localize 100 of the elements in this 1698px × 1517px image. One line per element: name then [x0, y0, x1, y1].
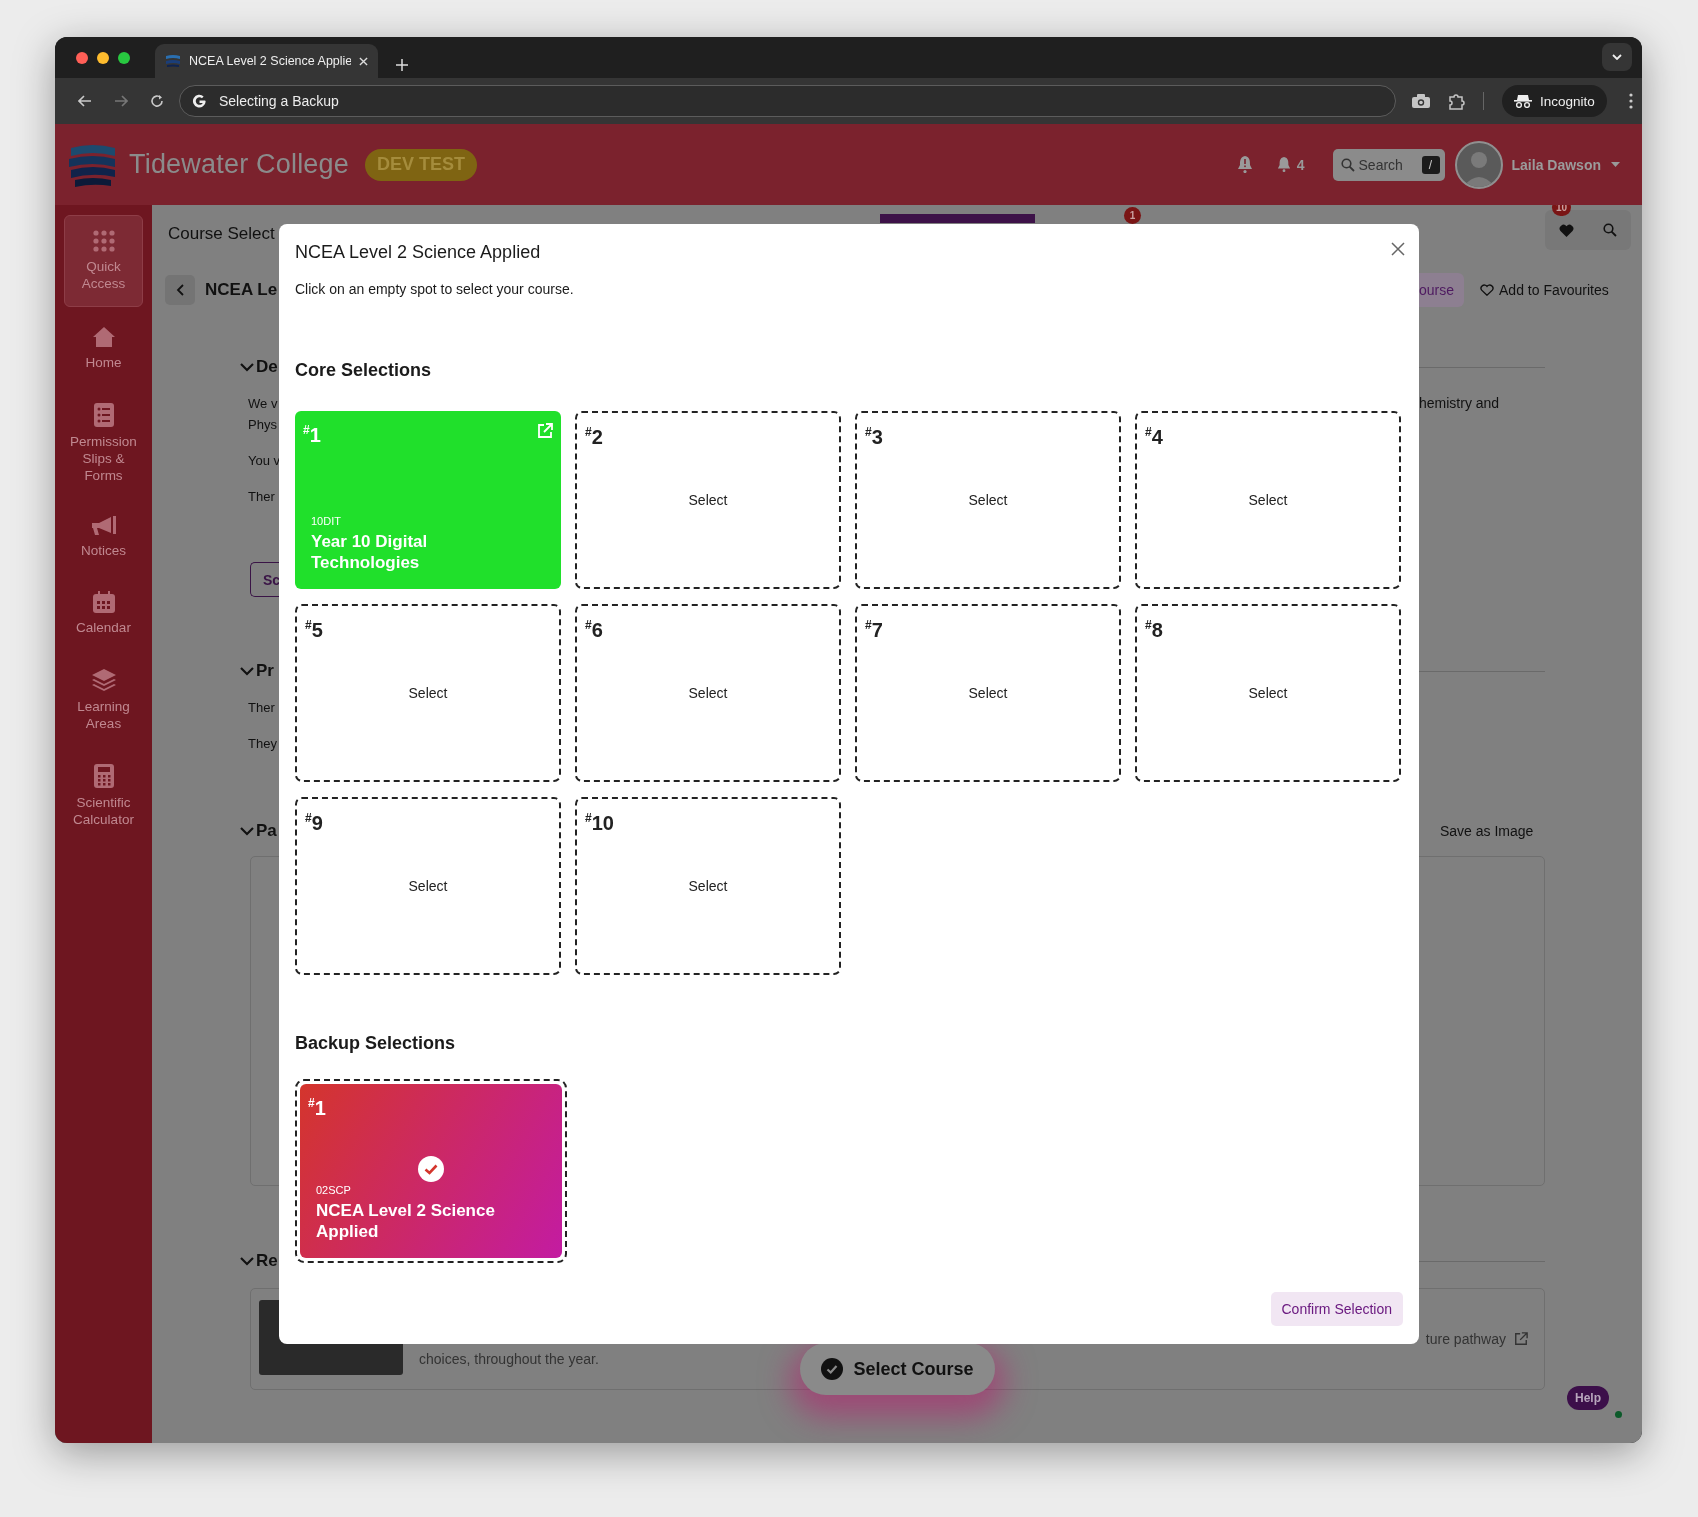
empty-slot[interactable]: $^{#}$3 Select [855, 411, 1121, 589]
slot-number: $^{#}$7 [865, 617, 883, 641]
bell-alert-icon[interactable] [1236, 156, 1253, 173]
section-heading: Pr [256, 661, 274, 681]
section-heading: De [256, 357, 278, 377]
search-button[interactable] [1602, 223, 1617, 237]
confirm-selection-button[interactable]: Confirm Selection [1270, 1292, 1403, 1326]
search-icon [1340, 157, 1355, 172]
section-heading: Backup Selections [295, 1033, 456, 1054]
layers-icon [90, 668, 117, 692]
incognito-icon [1514, 94, 1532, 108]
select-course-button[interactable]: Select Course [800, 1343, 995, 1395]
empty-slot[interactable]: $^{#}$6 Select [575, 604, 841, 782]
sidebar-item[interactable]: Learning Areas [64, 655, 143, 745]
puzzle-piece-icon[interactable] [1448, 92, 1465, 110]
user-name[interactable]: Laila Dawson [1511, 156, 1601, 173]
search-icon [1602, 223, 1617, 237]
course-title: NCEA Le [205, 280, 278, 300]
paragraph-text: Ther [248, 489, 275, 504]
paragraph-text: They [248, 736, 277, 751]
search-field[interactable]: Search / [1332, 148, 1445, 181]
megaphone-icon [90, 516, 117, 536]
browser-tab[interactable]: NCEA Level 2 Science Applie [155, 44, 378, 78]
zoom-window-button[interactable] [118, 52, 130, 64]
heart-outline-icon [1480, 284, 1495, 296]
course-name: Year 10 Digital Technologies [311, 531, 429, 573]
notifications-button[interactable]: 4 [1276, 156, 1305, 173]
more-options-icon[interactable] [1628, 93, 1633, 109]
chevron-down-icon[interactable] [240, 1256, 254, 1266]
g-logo-icon [192, 93, 207, 109]
slot-number: $^{#}$9 [305, 810, 323, 834]
back-button[interactable] [165, 275, 195, 305]
sidebar-item[interactable]: Permission Slips & Forms [64, 390, 143, 497]
status-dot [1615, 1411, 1622, 1418]
resource-link[interactable]: ture pathway [1425, 1331, 1528, 1347]
forward-arrow-icon[interactable] [114, 95, 128, 107]
section-heading: Re [256, 1251, 278, 1271]
instructions-text: Click on an empty spot to select your course. [295, 281, 575, 297]
primary-button[interactable]: ourse [1419, 273, 1465, 307]
add-favourites-button[interactable]: Add to Favourites [1480, 282, 1609, 298]
paragraph-text: hemistry and [1419, 395, 1500, 411]
course-code: 10DIT [311, 515, 342, 527]
course-name: NCEA Level 2 Science Applied [316, 1200, 496, 1242]
tab-title: NCEA Level 2 Science Applie [189, 54, 351, 68]
chevron-down-icon[interactable] [240, 666, 254, 676]
count-badge: 1 [1124, 207, 1141, 224]
section-heading: Core Selections [295, 360, 432, 381]
empty-slot[interactable]: $^{#}$2 Select [575, 411, 841, 589]
save-image-link[interactable]: Save as Image [1419, 822, 1642, 840]
empty-slot[interactable]: $^{#}$10 Select [575, 797, 841, 975]
new-tab-icon[interactable] [396, 59, 408, 71]
chevron-down-icon[interactable] [240, 826, 254, 836]
close-button[interactable] [1391, 242, 1405, 256]
empty-slot[interactable]: $^{#}$7 Select [855, 604, 1121, 782]
course-code: 02SCP [316, 1184, 352, 1196]
sidebar-item[interactable]: Quick Access [64, 215, 143, 307]
slot-number: $^{#}$3 [865, 424, 883, 448]
close-window-button[interactable] [76, 52, 88, 64]
paragraph-text: We v [248, 396, 278, 411]
check-circle-icon [418, 1156, 444, 1182]
chevron-down-icon[interactable] [240, 362, 254, 372]
check-circle-icon [821, 1358, 844, 1380]
empty-slot[interactable]: $^{#}$9 Select [295, 797, 561, 975]
page-title: Course Select [168, 223, 275, 244]
sidebar-item[interactable]: Scientific Calculator [64, 751, 143, 841]
chevron-left-icon [176, 284, 184, 296]
paragraph-text: Ther [248, 700, 275, 715]
slot-number: $^{#}$6 [585, 617, 603, 641]
house-icon [91, 326, 116, 348]
sidebar-item[interactable]: Home [64, 313, 143, 384]
list-icon [93, 403, 114, 427]
back-arrow-icon[interactable] [78, 95, 92, 107]
tab-list-button[interactable] [1602, 43, 1632, 71]
slot-number: $^{#}$4 [1145, 424, 1163, 448]
slot-number: $^{#}$1 [308, 1095, 326, 1119]
help-button[interactable]: Help [1567, 1386, 1609, 1410]
slot-number: $^{#}$10 [585, 810, 614, 834]
sidebar-item[interactable]: Notices [64, 503, 143, 572]
empty-slot[interactable]: $^{#}$4 Select [1135, 411, 1401, 589]
caret-icon[interactable] [1611, 162, 1620, 167]
minimize-window-button[interactable] [97, 52, 109, 64]
calendar-icon [92, 591, 115, 613]
reload-icon[interactable] [150, 94, 164, 108]
external-link-icon [1514, 1332, 1528, 1346]
camera-icon[interactable] [1412, 94, 1430, 108]
chevron-down-icon [1612, 54, 1622, 60]
wave-logo-icon [165, 54, 181, 68]
incognito-button[interactable]: Incognito [1502, 85, 1607, 117]
sidebar-item[interactable]: Calendar [64, 578, 143, 649]
slot-number: $^{#}$8 [1145, 617, 1163, 641]
empty-slot[interactable]: $^{#}$8 Select [1135, 604, 1401, 782]
empty-slot[interactable]: $^{#}$5 Select [295, 604, 561, 782]
resource-text: choices, throughout the year. [419, 1351, 599, 1367]
favourites-button[interactable] [1559, 223, 1575, 237]
close-icon[interactable] [359, 56, 368, 66]
dialog-title: NCEA Level 2 Science Applied [295, 241, 541, 264]
calculator-icon [93, 764, 114, 788]
address-bar[interactable]: Selecting a Backup [179, 85, 1396, 117]
paragraph-text: Phys [248, 417, 277, 432]
bell-icon [1276, 157, 1291, 172]
